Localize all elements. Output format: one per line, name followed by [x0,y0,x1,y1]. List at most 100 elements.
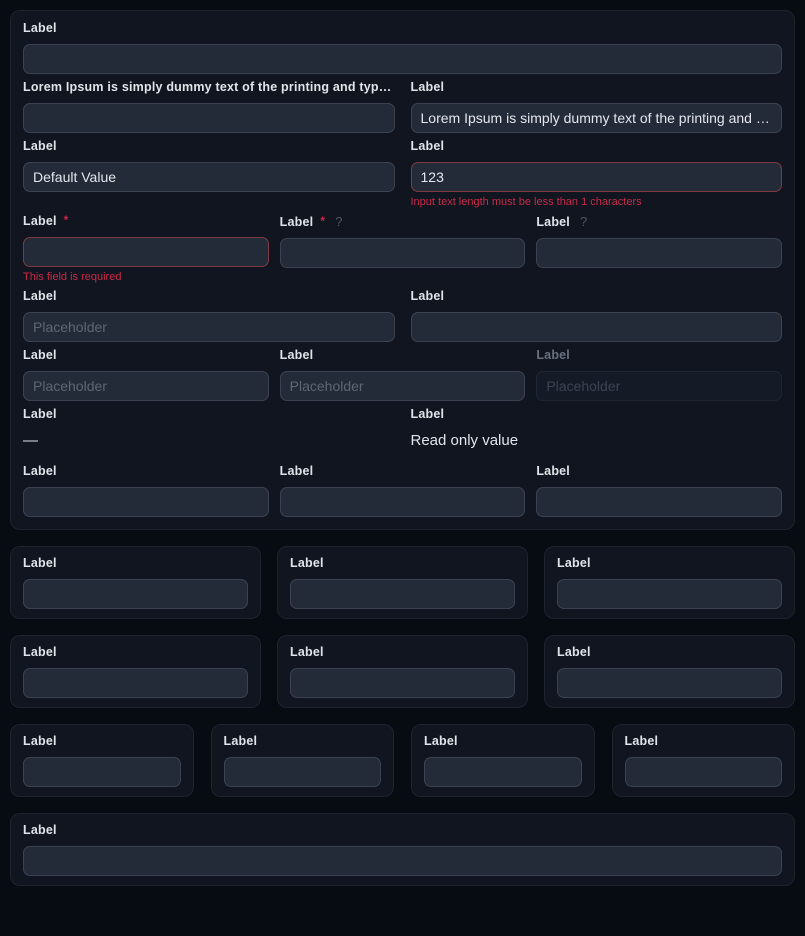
card-text-input[interactable] [625,757,783,787]
empty-text-input[interactable] [536,487,782,517]
field-long-value: Label [411,74,783,133]
field-label-text: Label [625,735,659,748]
field-label: Label [23,646,248,659]
field-readonly-filled: Label Read only value [411,401,783,458]
field-default-value: Label [23,133,395,208]
card-text-input[interactable] [23,579,248,609]
field-label-text: Label [23,465,57,478]
card: Label [277,635,528,708]
field-label-text: Label [557,557,591,570]
field-label-text: Label [424,735,458,748]
field-length-error: Label Input text length must be less tha… [411,133,783,208]
field-readonly-empty: Label — [23,401,395,458]
field-label: Label * [23,215,269,228]
default-value-text-input[interactable] [23,162,395,192]
field-label: Label [411,290,783,303]
field-label: Label [23,290,395,303]
long-label-text-input[interactable] [23,103,395,133]
field-empty-wide: Label [411,283,783,342]
field-label-text: Label [536,216,570,229]
card-row-2: Label Label Label [10,635,795,708]
help-question-icon[interactable]: ? [580,215,587,228]
help-question-icon[interactable]: ? [335,215,342,228]
field-disabled: Label [536,342,782,401]
card-text-input[interactable] [23,668,248,698]
card: Label [10,546,261,619]
card: Label [10,635,261,708]
card-text-input[interactable] [557,668,782,698]
card-text-input[interactable] [23,757,181,787]
help-text-input[interactable] [536,238,782,268]
field-label: Label [290,646,515,659]
field-label-text: Label [411,408,445,421]
placeholder-wide-text-input[interactable] [23,312,395,342]
empty-text-input[interactable] [280,487,526,517]
field-required-error: Label * This field is required [23,208,269,283]
field-label: Label [557,646,782,659]
card-text-input[interactable] [290,668,515,698]
field: Label [23,735,181,787]
field-label-text: Label [411,290,445,303]
placeholder-text-input[interactable] [280,371,526,401]
required-text-input[interactable] [23,237,269,267]
card-text-input[interactable] [557,579,782,609]
field: Label [424,735,582,787]
field-with-help: Label ? [536,208,782,283]
field-empty-1: Label [23,458,269,517]
bottom-card-text-input[interactable] [23,846,782,876]
form-row-5: Label Label [23,283,782,342]
field-required-help: Label * ? [280,208,526,283]
field: Label [290,646,515,698]
form-row-4: Label * This field is required Label * ?… [23,208,782,283]
field-label: Label [424,735,582,748]
readonly-value: — [23,430,395,458]
field-label-text: Label [224,735,258,748]
card: Label [544,635,795,708]
form-panel: Label Lorem Ipsum is simply dummy text o… [10,10,795,530]
required-asterisk-icon: * [320,216,325,226]
field-placeholder-2: Label [280,342,526,401]
field-label: Label [290,557,515,570]
card-text-input[interactable] [224,757,382,787]
field-label-text: Label [290,646,324,659]
card: Label [612,724,796,797]
field-label: Label [625,735,783,748]
card-text-input[interactable] [290,579,515,609]
basic-text-input[interactable] [23,44,782,74]
card: Label [411,724,595,797]
card-text-input[interactable] [424,757,582,787]
placeholder-text-input[interactable] [23,371,269,401]
length-error-text-input[interactable] [411,162,783,192]
validation-error-message: This field is required [23,271,269,283]
field-label: Label [536,465,782,478]
bottom-card: Label [10,813,795,886]
card: Label [211,724,395,797]
empty-text-input[interactable] [23,487,269,517]
field-label-text: Label [290,557,324,570]
field-label-text: Label [23,735,57,748]
card-row-3: Label Label Label [10,724,795,797]
field-label: Label [23,408,395,421]
empty-wide-text-input[interactable] [411,312,783,342]
page: Label Lorem Ipsum is simply dummy text o… [0,0,805,896]
form-row-7: Label — Label Read only value [23,401,782,458]
required-asterisk-icon: * [64,215,69,225]
field: Label [290,557,515,609]
field-label-text: Label [23,349,57,362]
field-label-text: Label [411,140,445,153]
field-label: Label [23,824,782,837]
field: Label [23,824,782,876]
field-label: Label [23,22,782,35]
field-label-text: Label [280,465,314,478]
field: Label [557,646,782,698]
form-row-2: Lorem Ipsum is simply dummy text of the … [23,74,782,133]
field: Label [557,557,782,609]
field-label-text: Label [23,557,57,570]
field-label: Label ? [536,215,782,229]
required-help-text-input[interactable] [280,238,526,268]
field-label: Label [411,408,783,421]
field-empty-3: Label [536,458,782,517]
field-label-text: Label [411,81,445,94]
long-value-text-input[interactable] [411,103,783,133]
field-label-text: Label [23,140,57,153]
